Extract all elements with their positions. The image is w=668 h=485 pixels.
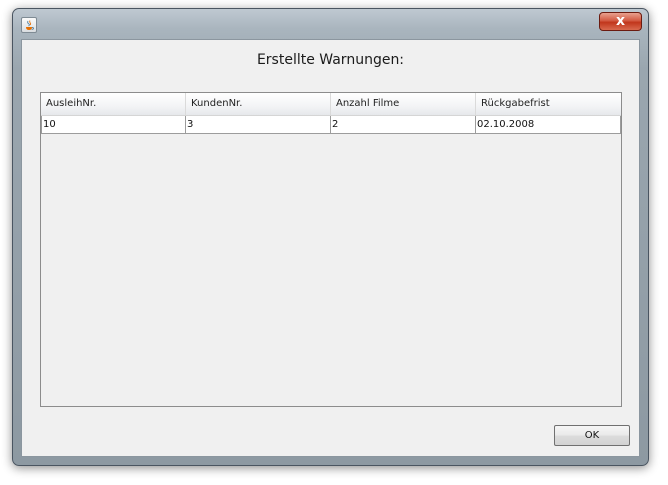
cell-kundennr[interactable]: 3 bbox=[186, 116, 331, 133]
column-header-ausleihnr[interactable]: AusleihNr. bbox=[41, 93, 186, 115]
dialog-heading: Erstellte Warnungen: bbox=[256, 52, 405, 68]
table-body: 10 3 2 02.10.2008 bbox=[41, 116, 621, 134]
close-icon: x bbox=[615, 13, 626, 29]
column-header-rueckgabefrist[interactable]: Rückgabefrist bbox=[476, 93, 621, 115]
cell-anzahl-filme[interactable]: 2 bbox=[331, 116, 476, 133]
cell-rueckgabefrist[interactable]: 02.10.2008 bbox=[476, 116, 621, 133]
dialog-content: Erstellte Warnungen: AusleihNr. KundenNr… bbox=[21, 39, 640, 457]
table-row[interactable]: 10 3 2 02.10.2008 bbox=[41, 116, 621, 134]
dialog-window: x Erstellte Warnungen: AusleihNr. Kunden… bbox=[12, 8, 649, 466]
column-header-kundennr[interactable]: KundenNr. bbox=[186, 93, 331, 115]
java-coffee-cup-icon[interactable] bbox=[21, 17, 37, 33]
title-bar[interactable]: x bbox=[13, 9, 648, 37]
cell-ausleihnr[interactable]: 10 bbox=[41, 116, 186, 133]
table-header: AusleihNr. KundenNr. Anzahl Filme Rückga… bbox=[41, 93, 621, 116]
warnings-table: AusleihNr. KundenNr. Anzahl Filme Rückga… bbox=[40, 92, 622, 407]
close-button[interactable]: x bbox=[599, 12, 642, 31]
column-header-anzahl-filme[interactable]: Anzahl Filme bbox=[331, 93, 476, 115]
ok-button[interactable]: OK bbox=[554, 425, 630, 446]
